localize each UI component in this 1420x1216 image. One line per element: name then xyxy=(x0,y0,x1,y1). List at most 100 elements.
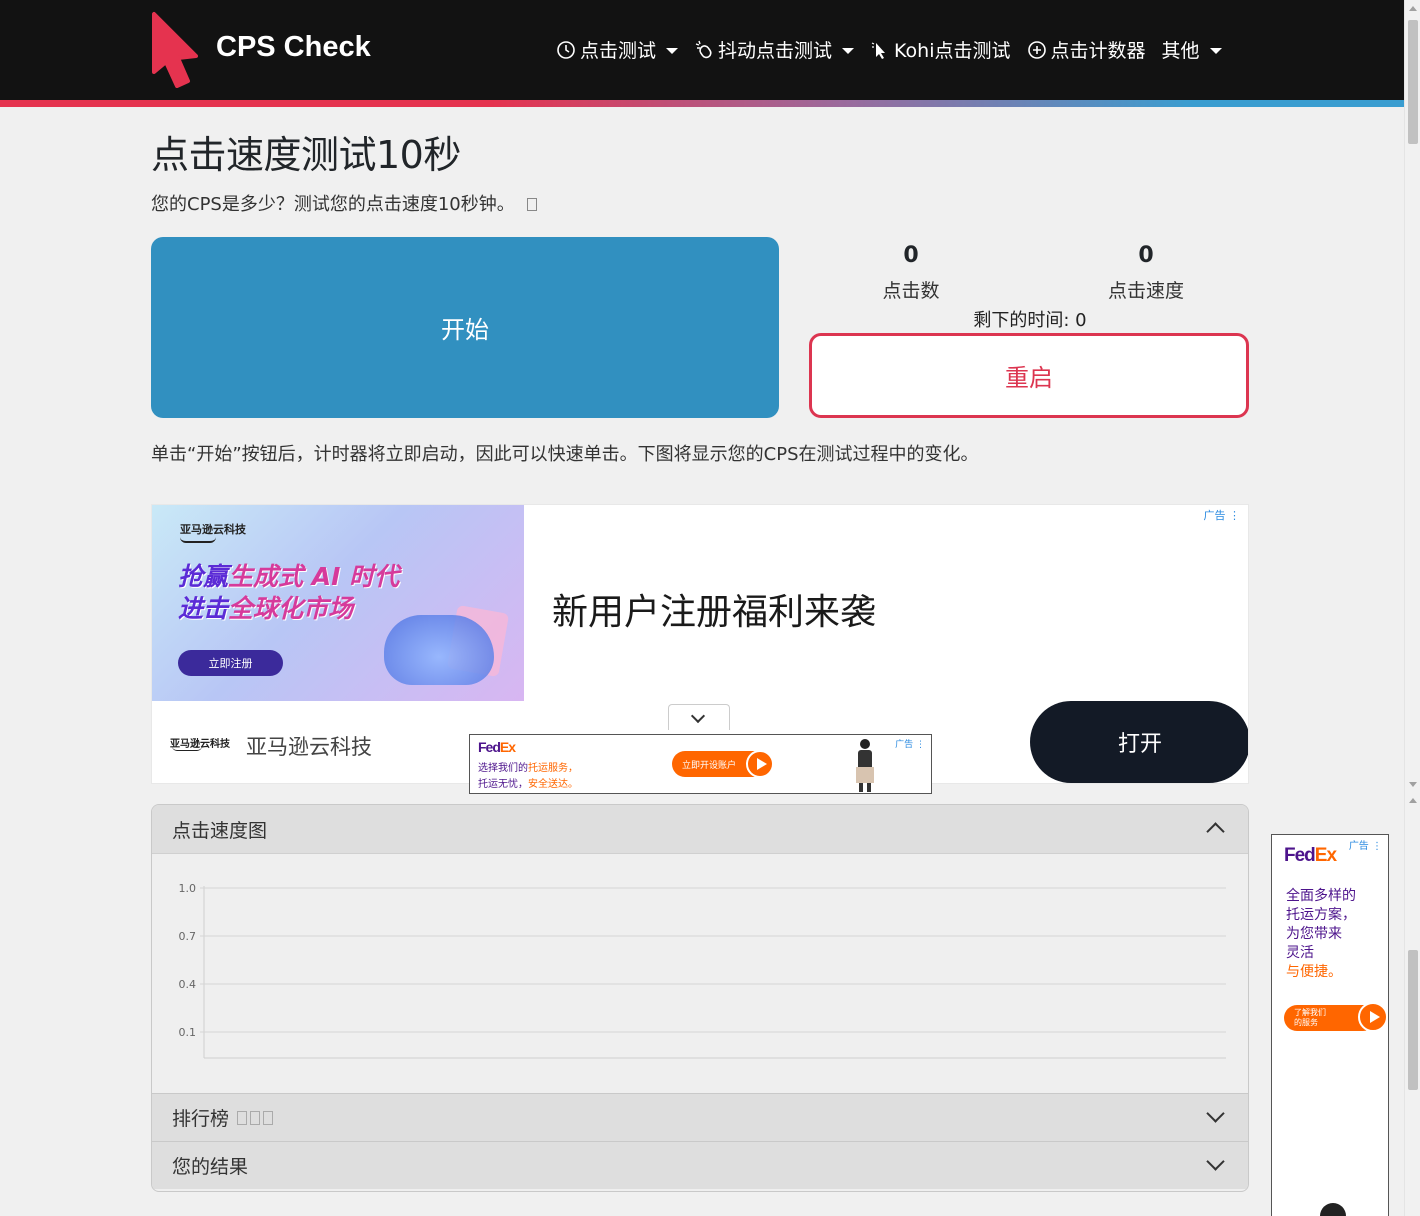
scroll-thumb[interactable] xyxy=(1408,20,1418,144)
caret-down-icon xyxy=(1209,47,1222,54)
ad-banner-fedex[interactable]: FedEx 选择我们的托运服务， 托运无忧，安全送达。 立即开设账户 广告 ⋮ xyxy=(469,734,932,794)
clicks-value: 0 xyxy=(903,243,919,268)
fedex-text-part: 安全送达。 xyxy=(528,779,578,790)
fedex-text-part: 托运无忧， xyxy=(478,779,528,790)
nav-item-other[interactable]: 其他 xyxy=(1162,36,1222,63)
ad-label-text: 广告 xyxy=(1203,509,1226,522)
play-icon xyxy=(746,750,774,778)
accordion-header-leaderboard[interactable]: 排行榜 xyxy=(152,1093,1248,1141)
smile-logo-icon xyxy=(180,537,216,543)
chevron-up-icon xyxy=(1206,822,1225,841)
scroll-down-arrow-icon[interactable] xyxy=(1409,782,1417,787)
fedex-banner-text: 选择我们的托运服务， 托运无忧，安全送达。 xyxy=(478,761,578,793)
ad-label[interactable]: 广告 ⋮ xyxy=(1204,507,1241,523)
subtitle-text: 您的CPS是多少？测试您的点击速度10秒钟。 xyxy=(151,194,515,215)
nav-item-label: Kohi点击测试 xyxy=(894,40,1011,62)
ad-label-text: 广告 xyxy=(1348,841,1369,852)
page-title: 点击速度测试10秒 xyxy=(151,133,461,177)
scroll-up-arrow-icon[interactable] xyxy=(1409,6,1417,11)
ad-headline-part: 进击 xyxy=(178,594,229,623)
missing-glyph-icon xyxy=(250,1110,261,1125)
fedex-side-line: 全面多样的 xyxy=(1286,888,1356,904)
ad-open-button[interactable]: 打开 xyxy=(1030,701,1248,783)
fedex-logo-fed: Fed xyxy=(478,739,501,755)
nav-item-kohi-test[interactable]: Kohi点击测试 xyxy=(870,36,1011,63)
cloud-graphic xyxy=(384,615,494,685)
fedex-side-line: 灵活 xyxy=(1286,945,1314,961)
chart-y-tick-label: 0.7 xyxy=(179,930,197,943)
ad-side-fedex[interactable]: 广告 ⋮ FedEx 全面多样的 托运方案， 为您带来 灵活 与便捷。 了解我们… xyxy=(1271,834,1389,1216)
play-icon xyxy=(1358,1002,1388,1032)
brand-link[interactable]: CPS Check xyxy=(150,10,371,88)
fedex-logo: FedEx xyxy=(478,739,516,755)
cps-chart: 1.0 0.7 0.4 0.1 xyxy=(152,853,1248,1093)
speed-stat: 0 点击速度 xyxy=(1066,243,1226,303)
cursor-icon xyxy=(871,41,886,59)
clock-icon xyxy=(557,40,575,59)
accordion-title: 您的结果 xyxy=(172,1156,249,1178)
restart-button[interactable]: 重启 xyxy=(809,333,1249,418)
smile-logo-icon xyxy=(172,746,202,751)
nav-item-click-test[interactable]: 点击测试 xyxy=(556,36,679,63)
ad-label[interactable]: 广告 ⋮ xyxy=(1349,837,1382,852)
cursor-logo-icon xyxy=(152,12,198,88)
fedex-side-text: 全面多样的 托运方案， 为您带来 灵活 与便捷。 xyxy=(1286,887,1356,982)
fedex-learn-more-button[interactable]: 了解我们 的服务 xyxy=(1284,1002,1388,1032)
mouse-jitter-icon xyxy=(695,40,712,58)
chart-y-tick-label: 0.1 xyxy=(179,1026,197,1039)
accordion-header-results[interactable]: 您的结果 xyxy=(152,1141,1248,1189)
nav-item-jitter-test[interactable]: 抖动点击测试 xyxy=(694,36,855,63)
scroll-thumb[interactable] xyxy=(1408,950,1418,1090)
page-scrollbar[interactable] xyxy=(1404,0,1420,1216)
chart-y-tick-label: 0.4 xyxy=(179,978,197,991)
ad-brand-logo: 亚马逊云科技 xyxy=(180,523,246,536)
caret-down-icon xyxy=(666,47,679,54)
missing-glyph-icon xyxy=(526,198,537,211)
fedex-logo-ex: Ex xyxy=(499,739,516,755)
time-left: 剩下的时间: 0 xyxy=(973,310,1087,331)
clicks-label: 点击数 xyxy=(882,280,940,302)
chevron-down-icon xyxy=(1206,1152,1225,1171)
chevron-down-icon xyxy=(1206,1104,1225,1123)
nav-menu: 点击测试 抖动点击测试 Kohi点击测试 点击计数器 其他 xyxy=(556,36,1238,63)
speed-label: 点击速度 xyxy=(1107,280,1184,302)
ad-advertiser-name[interactable]: 亚马逊云科技 xyxy=(246,731,372,761)
instructions-text: 单击“开始”按钮后，计时器将立即启动，因此可以快速单击。下图将显示您的CPS在测… xyxy=(151,444,979,465)
ad-label-text: 广告 xyxy=(895,740,914,750)
fedex-cta-text: 立即开设账户 xyxy=(682,760,737,771)
fedex-logo-ex: Ex xyxy=(1314,845,1337,866)
start-button[interactable]: 开始 xyxy=(151,237,779,418)
plus-circle-icon xyxy=(1027,40,1046,59)
cps-chart-svg: 1.0 0.7 0.4 0.1 xyxy=(179,882,1226,1059)
ad-collapse-button[interactable] xyxy=(668,704,730,730)
ad-image[interactable]: 亚马逊云科技 抢赢生成式 AI 时代 进击全球化市场 立即注册 xyxy=(152,505,524,701)
ad-label[interactable]: 广告 ⋮ xyxy=(895,737,925,750)
ad-headline: 抢赢生成式 AI 时代 进击全球化市场 xyxy=(178,561,399,625)
speed-value: 0 xyxy=(1138,243,1154,268)
chart-accordion: 点击速度图 1.0 0.7 0.4 0.1 排行榜 您的结果 xyxy=(151,804,1249,1192)
missing-glyph-icon xyxy=(237,1110,248,1125)
fedex-side-line: 与便捷。 xyxy=(1286,964,1342,980)
scroll-up-arrow-icon[interactable] xyxy=(1409,798,1417,803)
clicks-stat: 0 点击数 xyxy=(831,243,991,303)
courier-figure xyxy=(1320,1203,1346,1216)
fedex-side-line: 为您带来 xyxy=(1286,926,1342,942)
chevron-down-icon xyxy=(690,708,706,724)
nav-item-click-counter[interactable]: 点击计数器 xyxy=(1027,36,1146,63)
nav-item-label: 抖动点击测试 xyxy=(718,40,833,62)
ad-register-button[interactable]: 立即注册 xyxy=(178,650,283,676)
page-subtitle: 您的CPS是多少？测试您的点击速度10秒钟。 xyxy=(151,190,537,216)
brand-name: CPS Check xyxy=(216,30,371,63)
ad-tagline[interactable]: 新用户注册福利来袭 xyxy=(552,583,876,635)
accordion-header-chart[interactable]: 点击速度图 xyxy=(152,805,1248,853)
nav-item-label: 点击测试 xyxy=(580,40,657,62)
fedex-logo-fed: Fed xyxy=(1284,845,1316,866)
fedex-text-part: 托运服务， xyxy=(528,763,578,774)
fedex-logo: FedEx xyxy=(1284,845,1337,867)
ad-headline-part: 抢赢 xyxy=(178,562,229,591)
nav-item-label: 其他 xyxy=(1161,40,1200,62)
missing-glyph-icon xyxy=(263,1110,274,1125)
fedex-open-account-button[interactable]: 立即开设账户 xyxy=(672,750,774,778)
chart-y-tick-label: 1.0 xyxy=(179,882,197,895)
top-navbar: CPS Check 点击测试 抖动点击测试 Kohi点击测试 点击计数器 其他 xyxy=(0,0,1404,100)
